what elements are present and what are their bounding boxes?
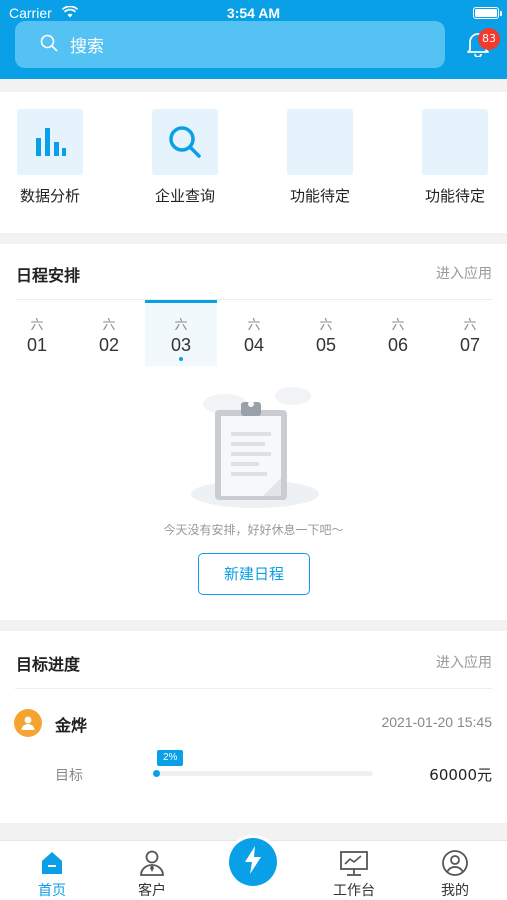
new-schedule-button[interactable]: 新建日程 — [198, 553, 310, 595]
day-number: 07 — [459, 335, 481, 355]
search-icon — [152, 109, 218, 175]
day-06[interactable]: 六 06 — [362, 300, 434, 366]
day-01[interactable]: 六 01 — [1, 300, 73, 366]
quick-action-company-search[interactable]: 企业查询 — [135, 109, 235, 206]
placeholder-tile — [287, 109, 353, 175]
profile-icon — [415, 847, 495, 877]
home-icon — [12, 847, 92, 877]
divider — [15, 688, 492, 689]
search-icon — [40, 34, 70, 56]
day-number: 01 — [26, 335, 48, 355]
lightning-icon — [242, 845, 264, 879]
goal-timestamp: 2021-01-20 15:45 — [381, 714, 492, 730]
workbench-icon — [314, 847, 394, 877]
weekday-label: 六 — [391, 318, 405, 333]
day-04[interactable]: 六 04 — [218, 300, 290, 366]
quick-action-label: 企业查询 — [154, 187, 215, 205]
tab-workbench[interactable]: 工作台 — [314, 847, 394, 900]
tab-label: 工作台 — [333, 883, 375, 899]
quick-actions-panel: 数据分析 企业查询 功能待定 功能待定 — [0, 92, 507, 233]
customer-icon — [112, 847, 192, 877]
quick-action-label: 功能待定 — [424, 187, 485, 205]
day-number: 05 — [315, 335, 337, 355]
goal-title: 目标进度 — [16, 655, 81, 674]
target-label: 目标 — [55, 768, 83, 784]
weekday-label: 六 — [174, 318, 188, 333]
day-number: 06 — [387, 335, 409, 355]
goal-owner-name: 金烨 — [55, 716, 88, 735]
tab-home[interactable]: 首页 — [12, 847, 92, 900]
weekday-label: 六 — [463, 318, 477, 333]
goal-open-app-link[interactable]: 进入应用 — [436, 652, 492, 672]
schedule-title: 日程安排 — [16, 266, 81, 285]
search-bar[interactable]: 搜索 — [15, 21, 445, 68]
placeholder-tile — [422, 109, 488, 175]
avatar — [14, 709, 42, 737]
weekday-label: 六 — [247, 318, 261, 333]
day-02[interactable]: 六 02 — [73, 300, 145, 366]
tab-label: 首页 — [38, 883, 66, 899]
tab-label: 我的 — [441, 883, 469, 899]
today-dot — [179, 357, 183, 361]
day-number: 04 — [243, 335, 265, 355]
tab-profile[interactable]: 我的 — [415, 847, 495, 900]
schedule-panel: 日程安排 进入应用 六 01 六 02 六 03 六 04 六 05 六 06 … — [0, 244, 507, 620]
quick-action-pending-1[interactable]: 功能待定 — [270, 109, 370, 206]
empty-schedule-message: 今天没有安排，好好休息一下吧～ — [163, 523, 344, 537]
day-03-selected[interactable]: 六 03 — [145, 300, 217, 366]
top-header: Carrier 3:54 AM 搜索 83 — [0, 0, 507, 79]
weekday-label: 六 — [30, 318, 44, 333]
schedule-open-app-link[interactable]: 进入应用 — [436, 263, 492, 283]
goal-progress-panel: 目标进度 进入应用 金烨 2021-01-20 15:45 2% 目标 6000… — [0, 631, 507, 823]
day-number: 03 — [170, 335, 192, 355]
weekday-label: 六 — [319, 318, 333, 333]
quick-action-data-analysis[interactable]: 数据分析 — [0, 109, 100, 206]
day-07[interactable]: 六 07 — [434, 300, 506, 366]
quick-action-label: 功能待定 — [289, 187, 350, 205]
date-strip: 六 01 六 02 六 03 六 04 六 05 六 06 六 07 — [0, 300, 507, 366]
battery-icon — [473, 7, 502, 19]
quick-action-lightning-button[interactable] — [229, 838, 277, 886]
tab-customers[interactable]: 客户 — [112, 847, 192, 900]
day-number: 02 — [98, 335, 120, 355]
quick-action-label: 数据分析 — [19, 187, 80, 205]
clipboard-illustration — [185, 382, 325, 516]
notification-badge: 83 — [478, 28, 500, 50]
day-05[interactable]: 六 05 — [290, 300, 362, 366]
search-placeholder: 搜索 — [70, 37, 104, 57]
bar-chart-icon — [17, 109, 83, 175]
target-value: 60000元 — [429, 766, 492, 784]
quick-action-pending-2[interactable]: 功能待定 — [405, 109, 505, 206]
progress-knob — [153, 770, 160, 777]
tab-label: 客户 — [138, 883, 166, 899]
progress-bar — [153, 770, 373, 777]
progress-percent-tag: 2% — [157, 750, 184, 766]
status-time: 3:54 AM — [226, 5, 281, 21]
weekday-label: 六 — [102, 318, 116, 333]
